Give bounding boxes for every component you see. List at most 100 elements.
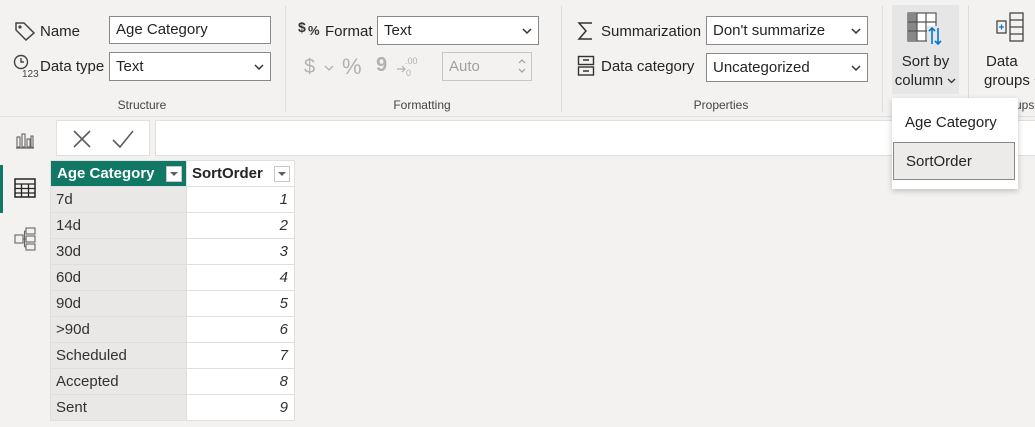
spinner-icon [518,59,526,73]
close-icon[interactable] [72,129,92,149]
properties-group-label: Properties [693,98,749,112]
divider [561,6,562,112]
format-select[interactable]: Text [377,16,539,45]
groups-group-label: ups [1015,98,1035,112]
chevron-down-icon [851,28,861,35]
currency-icon[interactable]: $ [304,56,315,79]
cell-age-category[interactable]: 14d [50,212,187,239]
menu-item-age-category[interactable]: Age Category [893,104,1015,142]
decimal-places-input[interactable]: Auto [442,52,532,81]
report-view-icon[interactable] [15,131,35,149]
menu-item-sortorder[interactable]: SortOrder [893,142,1015,180]
datacategory-value: Uncategorized [713,59,810,76]
filter-button[interactable] [274,166,290,182]
ribbon-divider [0,116,1035,117]
format-value: Text [384,22,412,39]
table-row: Scheduled 7 [50,342,295,369]
svg-text:123: 123 [22,69,39,78]
table-row: 7d 1 [50,186,295,213]
cell-age-category[interactable]: Accepted [50,368,187,395]
formatting-group-label: Formatting [393,98,451,112]
svg-text:%: % [308,23,320,38]
svg-text:0: 0 [406,68,411,77]
table-row: 90d 5 [50,290,295,317]
comma-icon[interactable]: 9 [376,54,387,77]
column-header-age-category[interactable]: Age Category [50,160,187,187]
datatype-select[interactable]: Text [109,52,271,81]
data-table: Age Category SortOrder 7d 1 14d 2 30d 3 60d… [50,160,295,421]
check-icon[interactable] [111,129,135,149]
active-view-indicator [0,165,3,213]
datatype-label: Data type [40,58,105,75]
table-row: 60d 4 [50,264,295,291]
cell-sortorder[interactable]: 9 [186,394,295,421]
divider [285,6,286,112]
chevron-down-icon [278,172,286,176]
cell-age-category[interactable]: 60d [50,264,187,291]
chevron-down-icon[interactable] [324,64,334,72]
cell-age-category[interactable]: 30d [50,238,187,265]
data-category-icon [577,55,595,76]
chevron-down-icon [851,65,861,72]
sort-by-column-menu: Age Category SortOrder [892,98,1018,189]
chevron-down-icon [254,64,264,71]
data-groups-button[interactable]: Data groups [974,5,1035,94]
chevron-down-icon [522,28,532,35]
table-row: 30d 3 [50,238,295,265]
percent-icon[interactable]: % [342,54,362,80]
decimal-places-value: Auto [449,58,480,75]
filter-button[interactable] [166,166,182,182]
cell-sortorder[interactable]: 3 [186,238,295,265]
cell-sortorder[interactable]: 2 [186,212,295,239]
table-row: >90d 6 [50,316,295,343]
cell-sortorder[interactable]: 8 [186,368,295,395]
sort-by-column-icon [907,12,943,46]
data-groups-label-2: groups [984,72,1035,89]
sort-by-column-label-1: Sort by [901,53,950,70]
view-rail [0,117,45,427]
ribbon: Name Age Category 123 Data type Text Str… [0,0,1035,116]
cell-age-category[interactable]: 7d [50,186,187,213]
table-header-row: Age Category SortOrder [50,160,295,187]
sigma-icon [577,22,592,40]
column-header-sortorder[interactable]: SortOrder [186,160,295,187]
cell-age-category[interactable]: 90d [50,290,187,317]
cell-sortorder[interactable]: 4 [186,264,295,291]
datatype-value: Text [116,58,144,75]
divider [882,6,883,112]
cell-age-category[interactable]: Sent [50,394,187,421]
summarization-select[interactable]: Don't summarize [706,16,868,45]
chevron-down-icon [947,78,956,84]
chevron-down-icon [170,172,178,176]
table-view-icon[interactable] [14,178,36,198]
formula-bar-buttons [56,120,150,156]
model-view-icon[interactable] [14,227,36,251]
cell-sortorder[interactable]: 1 [186,186,295,213]
datatype-icon: 123 [13,54,39,78]
summarization-label: Summarization [601,23,702,40]
datacategory-label: Data category [601,58,695,75]
table-row: Sent 9 [50,394,295,421]
divider [968,6,969,112]
format-icon: $ % [298,19,320,38]
table-row: Accepted 8 [50,368,295,395]
cell-age-category[interactable]: >90d [50,316,187,343]
data-groups-icon [996,12,1024,42]
cell-age-category[interactable]: Scheduled [50,342,187,369]
datacategory-select[interactable]: Uncategorized [706,53,868,82]
summarization-value: Don't summarize [713,22,826,39]
cell-sortorder[interactable]: 6 [186,316,295,343]
table-row: 14d 2 [50,212,295,239]
data-groups-label-1: Data [986,53,1018,70]
svg-text:$: $ [298,19,306,35]
sort-by-column-button[interactable]: Sort by column [892,5,959,94]
cell-sortorder[interactable]: 5 [186,290,295,317]
tag-icon [15,22,36,41]
svg-text:.00: .00 [405,56,418,66]
cell-sortorder[interactable]: 7 [186,342,295,369]
structure-group-label: Structure [117,98,167,112]
name-label: Name [40,23,81,40]
decimal-icon[interactable]: .00 0 [396,55,420,77]
sort-by-column-label-2: column [892,72,959,89]
name-input[interactable]: Age Category [109,16,271,44]
